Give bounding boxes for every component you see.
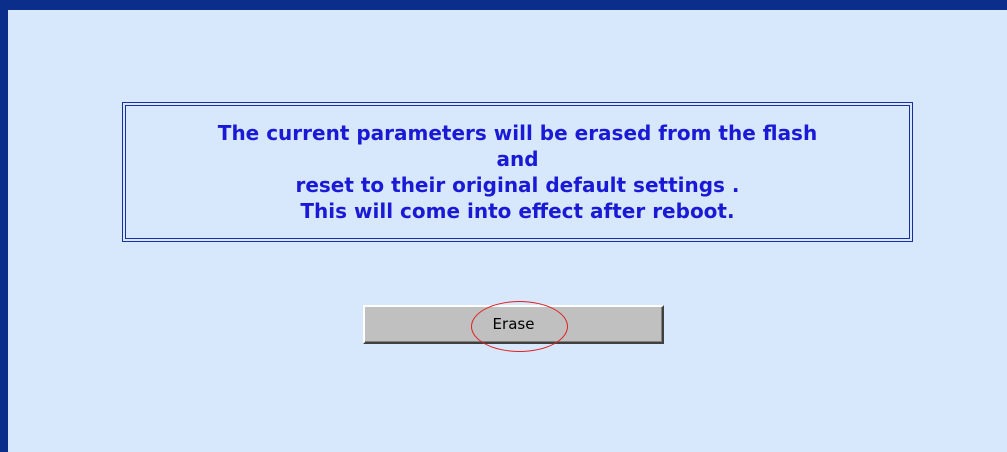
- erase-button[interactable]: Erase: [363, 305, 664, 344]
- erase-button-label: Erase: [492, 314, 535, 333]
- warning-message: The current parameters will be erased fr…: [128, 108, 907, 236]
- message-line-2: and: [496, 147, 539, 171]
- message-line-1: The current parameters will be erased fr…: [217, 121, 818, 145]
- main-panel: The current parameters will be erased fr…: [0, 0, 1007, 452]
- message-line-3: reset to their original default settings…: [295, 173, 740, 197]
- warning-message-box: The current parameters will be erased fr…: [122, 102, 913, 242]
- message-line-4: This will come into effect after reboot.: [300, 199, 735, 223]
